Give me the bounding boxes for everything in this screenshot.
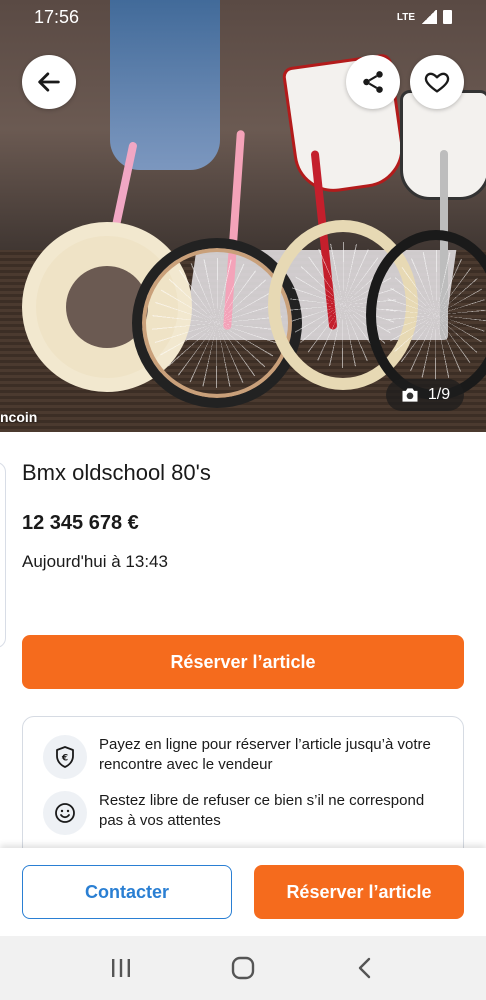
back-arrow-icon bbox=[38, 72, 60, 92]
photo-watermark: ncoin bbox=[0, 409, 38, 425]
info-row-payment: € Payez en ligne pour réserver l’article… bbox=[43, 735, 443, 779]
smile-icon bbox=[43, 791, 87, 835]
status-time: 17:56 bbox=[34, 6, 80, 27]
status-bar: 17:56 LTE bbox=[0, 0, 486, 34]
home-icon bbox=[231, 956, 255, 980]
status-icons: LTE bbox=[397, 10, 452, 24]
camera-icon bbox=[402, 388, 418, 402]
photo-counter[interactable]: 1/9 bbox=[386, 379, 464, 411]
bottom-action-bar: Contacter Réserver l’article bbox=[0, 848, 486, 936]
info-text-refuse: Restez libre de refuser ce bien s’il ne … bbox=[99, 792, 425, 829]
nav-back-button[interactable] bbox=[345, 948, 385, 988]
reserve-article-button[interactable]: Réserver l’article bbox=[22, 635, 464, 689]
favorite-button[interactable] bbox=[410, 55, 464, 109]
heart-icon bbox=[424, 72, 450, 93]
back-nav-icon bbox=[358, 957, 371, 979]
previous-card-edge bbox=[0, 462, 6, 648]
share-icon bbox=[363, 71, 383, 93]
listing-date: Aujourd'hui à 13:43 bbox=[22, 552, 168, 571]
svg-text:€: € bbox=[61, 754, 68, 764]
info-text-payment: Payez en ligne pour réserver l’article j… bbox=[99, 736, 431, 773]
recents-icon bbox=[112, 959, 130, 977]
signal-icon bbox=[421, 10, 437, 24]
system-nav-bar bbox=[0, 936, 486, 1000]
listing-price: 12 345 678 € bbox=[22, 512, 139, 534]
euro-shield-icon: € bbox=[43, 735, 87, 779]
photo-counter-text: 1/9 bbox=[427, 386, 451, 403]
listing-photo[interactable]: 17:56 LTE 1/9 ncoin bbox=[0, 0, 486, 432]
battery-icon bbox=[443, 10, 452, 24]
info-row-refuse: Restez libre de refuser ce bien s’il ne … bbox=[43, 791, 443, 835]
contact-button[interactable]: Contacter bbox=[22, 865, 232, 919]
network-label: LTE bbox=[396, 11, 415, 23]
listing-title: Bmx oldschool 80's bbox=[22, 460, 211, 485]
reserve-button[interactable]: Réserver l’article bbox=[254, 865, 464, 919]
back-button[interactable] bbox=[22, 55, 76, 109]
share-button[interactable] bbox=[346, 55, 400, 109]
home-button[interactable] bbox=[223, 948, 263, 988]
recents-button[interactable] bbox=[101, 948, 141, 988]
